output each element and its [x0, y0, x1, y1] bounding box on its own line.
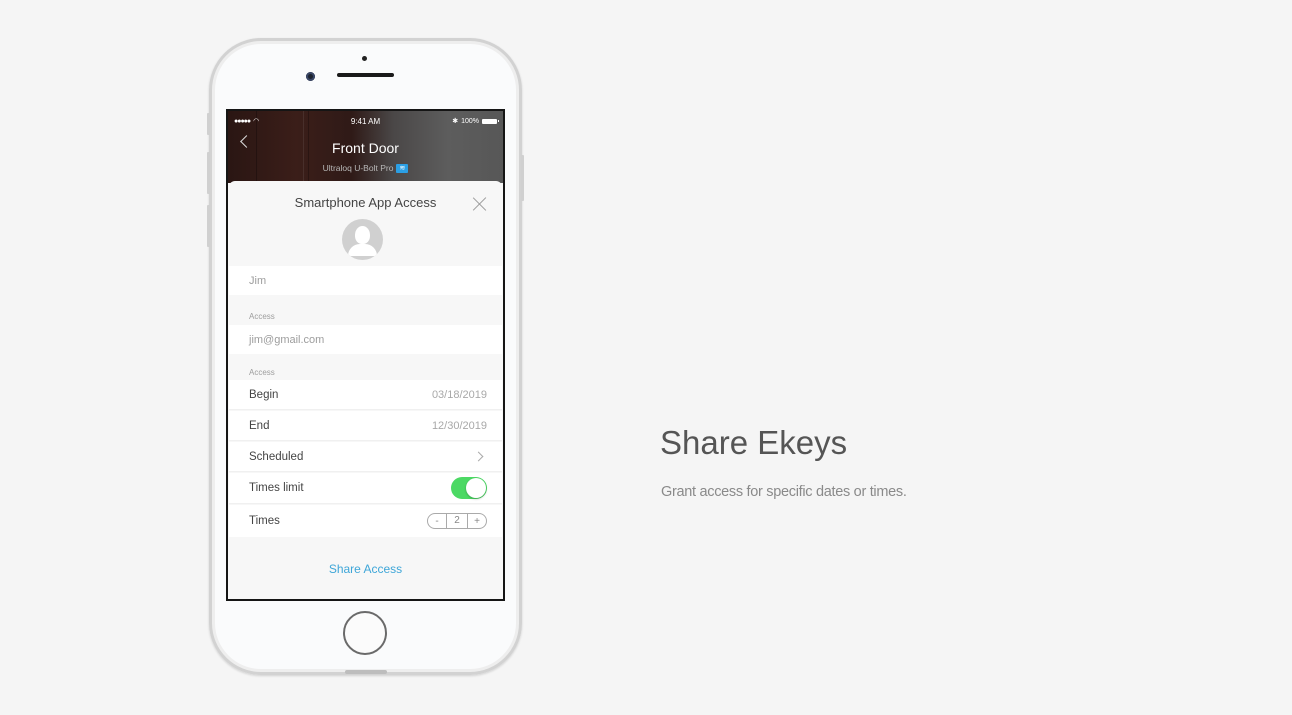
wifi-icon: ◠: [253, 118, 260, 125]
decrement-button[interactable]: -: [428, 516, 446, 527]
volume-down-button: [207, 205, 210, 247]
times-count: 2: [446, 514, 468, 528]
chevron-right-icon: [473, 451, 484, 462]
feature-description: Grant access for specific dates or times…: [661, 484, 907, 500]
email-field[interactable]: jim@gmail.com: [229, 325, 502, 354]
signal-icon: ●●●●●: [234, 117, 251, 125]
section-label-access: Access: [249, 312, 275, 321]
scheduled-label: Scheduled: [249, 450, 304, 463]
begin-date-row[interactable]: Begin 03/18/2019: [229, 380, 502, 410]
name-field[interactable]: Jim: [229, 266, 502, 295]
section-label-access-2: Access: [249, 368, 275, 377]
times-limit-row: Times limit: [229, 473, 502, 504]
power-button: [521, 155, 524, 201]
status-time: 9:41 AM: [350, 116, 381, 126]
modal-title: Smartphone App Access: [294, 195, 437, 210]
begin-label: Begin: [249, 388, 279, 401]
wifi-bridge-icon: ≋: [396, 163, 409, 173]
battery-icon: [482, 118, 500, 124]
name-value: Jim: [249, 274, 267, 287]
begin-date-value: 03/18/2019: [431, 388, 487, 401]
header-background: ●●●●● ◠ 9:41 AM ✱ 100% Front Door Ultral…: [228, 111, 503, 183]
home-button[interactable]: [343, 611, 387, 655]
end-date-row[interactable]: End 12/30/2019: [229, 411, 502, 441]
lock-title: Front Door: [332, 140, 399, 156]
times-stepper: - 2 +: [427, 513, 487, 529]
times-limit-label: Times limit: [249, 482, 304, 494]
times-label: Times: [249, 515, 280, 527]
email-value: jim@gmail.com: [249, 333, 325, 346]
volume-up-button: [207, 152, 210, 194]
proximity-sensor: [362, 56, 367, 61]
bluetooth-icon: ✱: [452, 118, 459, 125]
mute-switch: [207, 113, 210, 135]
front-camera: [306, 72, 315, 81]
feature-headline: Share Ekeys: [660, 424, 848, 461]
increment-button[interactable]: +: [468, 516, 486, 527]
end-date-value: 12/30/2019: [431, 419, 487, 432]
end-label: End: [249, 419, 270, 432]
earpiece-speaker: [337, 73, 394, 77]
battery-percent: 100%: [461, 117, 480, 125]
share-access-button[interactable]: Share Access: [229, 562, 502, 576]
access-modal: Smartphone App Access Jim Access jim@gma…: [229, 181, 502, 599]
user-avatar-icon: [342, 219, 383, 260]
times-row: Times - 2 +: [229, 505, 502, 537]
status-bar: ●●●●● ◠ 9:41 AM ✱ 100%: [234, 115, 500, 127]
times-limit-toggle[interactable]: [451, 477, 487, 499]
scheduled-row[interactable]: Scheduled: [229, 442, 502, 472]
phone-screen: ●●●●● ◠ 9:41 AM ✱ 100% Front Door Ultral…: [226, 109, 505, 601]
lock-model: Ultraloq U-Bolt Pro: [322, 163, 394, 173]
lock-subtitle: Ultraloq U-Bolt Pro ≋: [228, 163, 503, 173]
close-icon[interactable]: [472, 196, 488, 212]
lightning-port: [345, 670, 387, 674]
